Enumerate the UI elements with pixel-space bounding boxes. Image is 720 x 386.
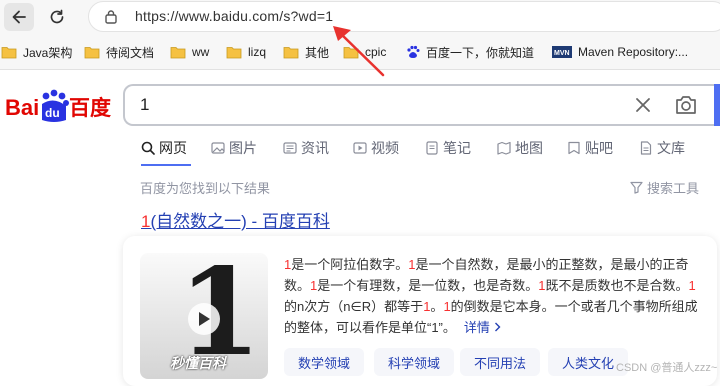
bookmark-label: lizq — [248, 45, 267, 59]
description-text: 。 — [430, 299, 444, 314]
bookmark-item[interactable]: lizq — [226, 42, 266, 62]
bookmark-item[interactable]: 待阅文档 — [84, 42, 154, 62]
bookmark-label: Maven Repository:... — [578, 45, 689, 59]
bookmark-item[interactable]: MVN Maven Repository:... — [552, 42, 688, 62]
back-button[interactable] — [4, 3, 34, 31]
tab-item[interactable]: 笔记 — [425, 138, 471, 158]
result-title-text: (自然数之一) - 百度百科 — [150, 212, 330, 231]
watermark: CSDN @普通人zzz~ — [616, 362, 718, 374]
bookmark-item[interactable]: Java架构 — [1, 42, 72, 62]
description-text: 的n次方（n∈R）都等于 — [284, 299, 424, 314]
bookmark-item[interactable]: 其他 — [283, 42, 329, 62]
search-button[interactable] — [714, 84, 720, 126]
tab-label: 地图 — [515, 140, 543, 156]
logo-text-cn: 百度 — [69, 96, 111, 120]
description-highlight: 1 — [443, 299, 451, 314]
result-video-thumbnail[interactable]: 1 秒懂百科 — [140, 253, 268, 379]
camera-icon[interactable] — [674, 94, 698, 121]
tab-item[interactable]: 图片 — [211, 138, 257, 158]
tab-label: 网页 — [159, 140, 187, 156]
address-url[interactable]: https://www.baidu.com/s?wd=1 — [135, 8, 333, 24]
tab-label: 贴吧 — [585, 140, 613, 156]
folder-icon — [226, 45, 242, 59]
tab-item[interactable]: 资讯 — [283, 138, 329, 158]
tab-label: 笔记 — [443, 140, 471, 156]
tab-item[interactable]: 贴吧 — [567, 138, 613, 158]
baidu-paw-icon — [406, 45, 420, 59]
tieba-icon — [567, 141, 581, 155]
video-icon — [353, 141, 367, 155]
bookmark-label: 待阅文档 — [106, 45, 155, 60]
active-tab-indicator — [141, 164, 191, 166]
description-text: 既不是质数也不是合数。 — [545, 278, 689, 293]
details-link[interactable]: 详情 — [464, 320, 501, 335]
tab-label: 图片 — [229, 140, 257, 156]
details-link-label: 详情 — [463, 320, 490, 335]
bookmark-item[interactable]: 百度一下，你就知道 — [406, 42, 534, 62]
chevron-right-icon — [494, 322, 501, 332]
description-highlight: 1 — [688, 278, 696, 293]
topic-chip[interactable]: 不同用法 — [460, 348, 541, 376]
filter-icon — [630, 181, 643, 194]
topic-chip[interactable]: 科学领域 — [374, 348, 455, 376]
search-tools-label: 搜索工具 — [647, 181, 700, 196]
bookmark-label: Java架构 — [23, 45, 73, 60]
tab-label: 视频 — [371, 140, 399, 156]
folder-icon — [84, 45, 100, 59]
result-title-link[interactable]: 1(自然数之一) - 百度百科 — [141, 207, 330, 232]
back-arrow-icon — [12, 10, 26, 24]
search-tools-button[interactable]: 搜索工具 — [630, 178, 699, 197]
tab-label: 文库 — [657, 140, 685, 156]
folder-icon — [283, 45, 299, 59]
topic-chip[interactable]: 数学领域 — [284, 348, 365, 376]
doc-icon — [639, 141, 653, 155]
results-info: 百度为您找到以下结果 — [140, 181, 271, 196]
tab-item[interactable]: 文库 — [639, 138, 685, 158]
clear-icon[interactable] — [632, 94, 654, 121]
logo-text-bai: Bai — [5, 95, 39, 120]
tab-item[interactable]: 地图 — [497, 138, 543, 158]
search-box[interactable] — [123, 84, 719, 126]
result-description: 1是一个阿拉伯数字。1是一个自然数，是最小的正整数，是最小的正奇数。1是一个有理… — [284, 254, 708, 338]
tab-item[interactable]: 网页 — [141, 138, 187, 158]
tab-item[interactable]: 视频 — [353, 138, 399, 158]
reload-button[interactable] — [42, 3, 72, 31]
folder-icon — [170, 45, 186, 59]
reload-icon — [50, 9, 64, 24]
bookmark-label: 百度一下，你就知道 — [426, 45, 535, 60]
mvn-icon: MVN — [552, 46, 572, 58]
image-icon — [211, 141, 225, 155]
play-icon[interactable] — [188, 303, 220, 335]
folder-icon — [1, 45, 17, 59]
note-icon — [425, 141, 439, 155]
baidu-logo[interactable]: Bai du 百度 — [0, 84, 115, 126]
lock-icon[interactable] — [104, 9, 118, 29]
bookmark-label: ww — [192, 45, 210, 59]
search-input[interactable]: 1 — [140, 95, 149, 115]
svg-text:MVN: MVN — [554, 50, 570, 57]
annotation-arrow-icon — [333, 26, 385, 77]
tab-label: 资讯 — [301, 140, 329, 156]
map-icon — [497, 141, 511, 155]
news-icon — [283, 141, 297, 155]
bookmark-item[interactable]: ww — [170, 42, 209, 62]
logo-text-du: du — [45, 106, 60, 120]
description-text: 是一个有理数，是一位数，也是奇数。 — [317, 278, 539, 293]
description-highlight: 1 — [538, 278, 546, 293]
search-icon — [141, 141, 155, 155]
thumbnail-brand: 秒懂百科 — [170, 355, 226, 371]
description-text: 是一个阿拉伯数字。 — [291, 257, 409, 272]
